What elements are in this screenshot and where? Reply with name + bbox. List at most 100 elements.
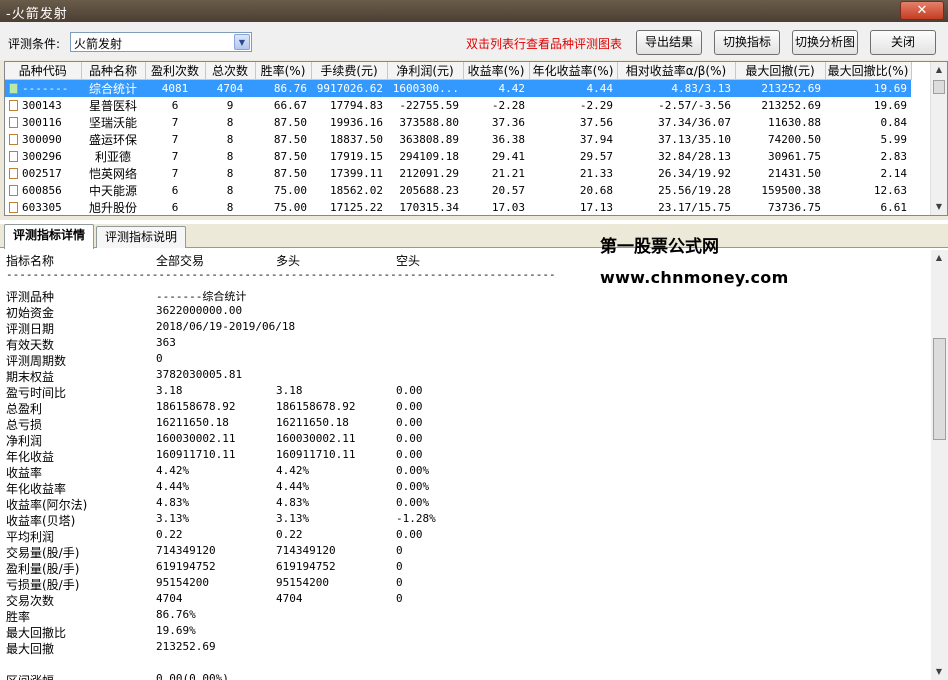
metric-value: 3782030005.81 (156, 368, 243, 381)
column-header[interactable]: 手续费(元) (311, 62, 388, 80)
metric-name: 收益率(阿尔法) (6, 498, 88, 512)
metric-name: 交易次数 (6, 594, 55, 608)
close-button[interactable]: 关闭 (870, 30, 936, 55)
metric-value: 0.22 (276, 528, 303, 541)
table-cell: 星普医科 (88, 99, 137, 113)
metric-name: 评测周期数 (6, 354, 67, 368)
column-header[interactable]: 相对收益率α/β(%) (617, 62, 736, 80)
window-close-button[interactable]: ✕ (900, 1, 944, 20)
metric-value: 0 (156, 352, 163, 365)
table-row[interactable]: 002517 恺英网络 7 8 87.50 17399.11 212091.29 21.21 2… (5, 165, 911, 182)
metric-value: 160030002.11 (156, 432, 236, 445)
table-cell: 21431.50 (768, 167, 821, 180)
table-cell: 213252.69 (761, 99, 821, 112)
metric-name: 收益率(贝塔) (6, 514, 76, 528)
table-cell: 37.56 (579, 116, 613, 129)
table-cell: 300143 (5, 97, 81, 114)
column-header[interactable]: 最大回撤(元) (735, 62, 826, 80)
table-cell: 363808.89 (399, 133, 459, 146)
table-row[interactable]: 300090 盛运环保 7 8 87.50 18837.50 363808.89 36.38 3… (5, 131, 911, 148)
table-cell: 25.56/19.28 (658, 184, 731, 197)
export-button[interactable]: 导出结果 (636, 30, 702, 55)
table-cell: 18837.50 (330, 133, 383, 146)
metric-name: 年化收益率 (6, 482, 67, 496)
grid-scroll-thumb[interactable] (933, 80, 945, 94)
metric-name: 胜率 (6, 610, 31, 624)
table-cell: 9 (226, 99, 234, 112)
metric-name: 盈利量(股/手) (6, 562, 80, 576)
metric-value: 160911710.11 (276, 448, 356, 461)
table-cell: 600856 (5, 182, 81, 199)
table-cell: 17794.83 (330, 99, 383, 112)
column-header[interactable]: 最大回撤比(%) (825, 62, 912, 80)
table-cell: 37.36 (491, 116, 525, 129)
metric-value: 0 (396, 544, 403, 557)
condition-select[interactable]: 火箭发射 ▼ (70, 32, 252, 52)
table-row[interactable]: 300116 坚瑞沃能 7 8 87.50 19936.16 373588.80 37.36 3… (5, 114, 911, 131)
table-cell: ------- (5, 79, 81, 97)
metric-value: 95154200 (276, 576, 329, 589)
tab-indicator-description[interactable]: 评测指标说明 (96, 226, 186, 248)
scroll-up-icon[interactable]: ▲ (931, 250, 947, 266)
table-cell: 75.00 (273, 201, 307, 214)
metric-name: 有效天数 (6, 338, 55, 352)
metric-value: 619194752 (276, 560, 336, 573)
file-icon (9, 185, 18, 196)
metric-value: 363 (156, 336, 176, 349)
table-cell: 4.42 (463, 79, 529, 97)
file-icon (9, 117, 18, 128)
metric-value: -------综合统计 (156, 290, 247, 303)
switch-indicator-button[interactable]: 切换指标 (714, 30, 780, 55)
table-cell: 73736.75 (768, 201, 821, 214)
metric-name: 平均利润 (6, 530, 55, 544)
scroll-down-icon[interactable]: ▼ (931, 664, 947, 680)
metric-name: 评测品种 (6, 290, 55, 304)
column-header[interactable]: 总次数 (205, 62, 256, 80)
details-scrollbar[interactable]: ▲ ▼ (931, 250, 948, 680)
scroll-down-icon[interactable]: ▼ (931, 199, 947, 215)
condition-label: 评测条件: (8, 37, 61, 51)
table-cell: 37.34/36.07 (658, 116, 731, 129)
metric-value: 0.00(0.00%) (156, 672, 229, 680)
table-cell: 19.69 (873, 99, 907, 112)
table-row[interactable]: 300296 利亚德 7 8 87.50 17919.15 294109.18 29.41 29… (5, 148, 911, 165)
table-cell: 8 (226, 167, 234, 180)
metric-value: 4.44% (276, 480, 310, 493)
metric-name: 净利润 (6, 434, 43, 448)
switch-chart-button[interactable]: 切换分析图 (792, 30, 858, 55)
column-header[interactable]: 收益率(%) (463, 62, 530, 80)
tab-indicator-details[interactable]: 评测指标详情 (4, 224, 94, 249)
metric-value: 4.83% (276, 496, 310, 509)
column-header[interactable]: 年化收益率(%) (529, 62, 618, 80)
metric-value: 0 (396, 560, 403, 573)
table-row[interactable]: 600856 中天能源 6 8 75.00 18562.02 205688.23 20.57 2… (5, 182, 911, 199)
details-scroll-thumb[interactable] (933, 338, 946, 440)
column-header[interactable]: 盈利次数 (145, 62, 206, 80)
table-cell: 373588.80 (399, 116, 459, 129)
table-row[interactable]: 603305 旭升股份 6 8 75.00 17125.22 170315.34 17.03 1… (5, 199, 911, 215)
table-row[interactable]: ------- 综合统计 4081 4704 86.76 9917026.62 160030… (5, 79, 911, 97)
table-cell: 4081 (145, 79, 205, 97)
table-row[interactable]: 300143 星普医科 6 9 66.67 17794.83 -22755.59 -2.28 -… (5, 97, 911, 114)
column-header[interactable]: 胜率(%) (255, 62, 312, 80)
metric-value: 19.69% (156, 624, 196, 637)
table-cell: 213252.69 (735, 79, 825, 97)
title-bar: -火箭发射 ✕ (0, 0, 948, 22)
column-header[interactable]: 品种名称 (81, 62, 146, 80)
chevron-down-icon[interactable]: ▼ (234, 34, 250, 50)
scroll-up-icon[interactable]: ▲ (931, 62, 947, 78)
grid-scrollbar[interactable]: ▲ ▼ (930, 62, 947, 215)
detail-column-header: 全部交易 (156, 254, 205, 268)
metric-value: 160030002.11 (276, 432, 356, 445)
grid-body: ------- 综合统计 4081 4704 86.76 9917026.62 160030… (5, 79, 911, 215)
table-cell: 205688.23 (399, 184, 459, 197)
table-cell: 综合统计 (81, 79, 145, 97)
detail-column-header: 多头 (276, 254, 301, 268)
table-cell: 1600300... (387, 79, 463, 97)
table-cell: 300296 (5, 148, 81, 165)
table-cell: 66.67 (273, 99, 307, 112)
column-header[interactable]: 品种代码 (5, 62, 82, 80)
table-cell: 29.57 (579, 150, 613, 163)
metric-name: 区间涨幅 (6, 672, 54, 680)
column-header[interactable]: 净利润(元) (387, 62, 464, 80)
